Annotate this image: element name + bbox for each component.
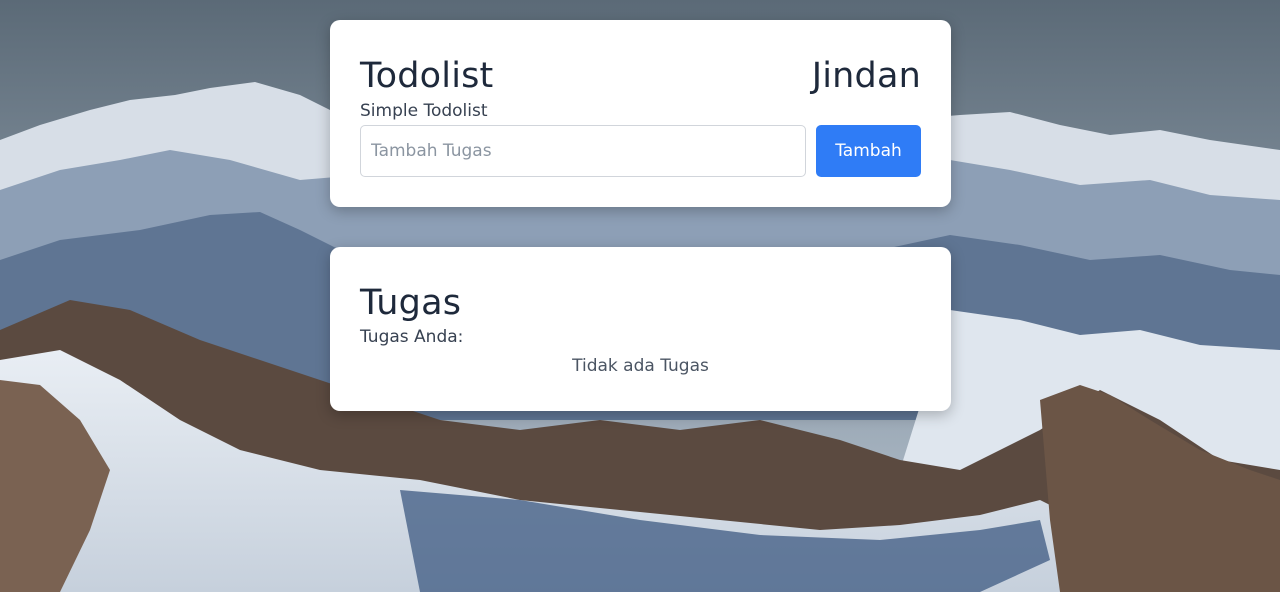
add-task-input[interactable] — [360, 125, 806, 177]
tasks-card: Tugas Tugas Anda: Tidak ada Tugas — [330, 247, 951, 411]
tasks-subtitle: Tugas Anda: — [360, 327, 464, 347]
empty-tasks-message: Tidak ada Tugas — [572, 356, 709, 376]
user-name: Jindan — [811, 56, 921, 96]
tasks-title: Tugas — [360, 283, 462, 323]
add-task-button[interactable]: Tambah — [816, 125, 921, 177]
todolist-header-card: Todolist Jindan Simple Todolist Tambah — [330, 20, 951, 207]
app-title: Todolist — [360, 56, 494, 96]
app-subtitle: Simple Todolist — [360, 101, 488, 121]
